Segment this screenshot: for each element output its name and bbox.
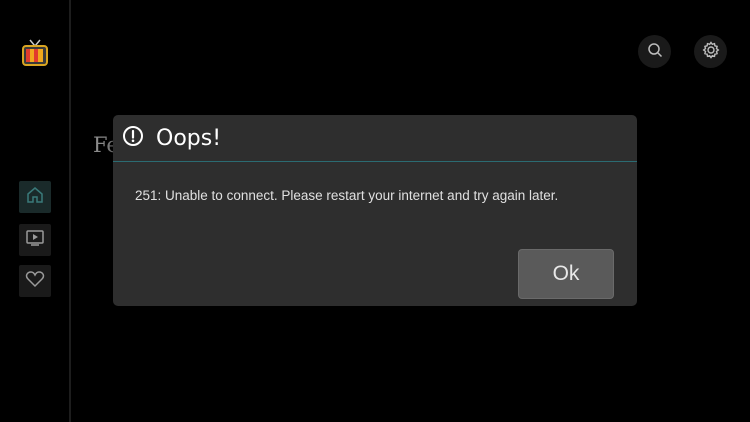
dialog-header: Oops! — [113, 115, 637, 162]
modal-overlay: Oops! 251: Unable to connect. Please res… — [0, 0, 750, 422]
dialog-message: 251: Unable to connect. Please restart y… — [135, 188, 559, 203]
dialog-title: Oops! — [156, 125, 222, 151]
error-dialog: Oops! 251: Unable to connect. Please res… — [113, 115, 637, 306]
alert-circle-icon — [122, 125, 144, 151]
ok-button[interactable]: Ok — [518, 249, 614, 299]
